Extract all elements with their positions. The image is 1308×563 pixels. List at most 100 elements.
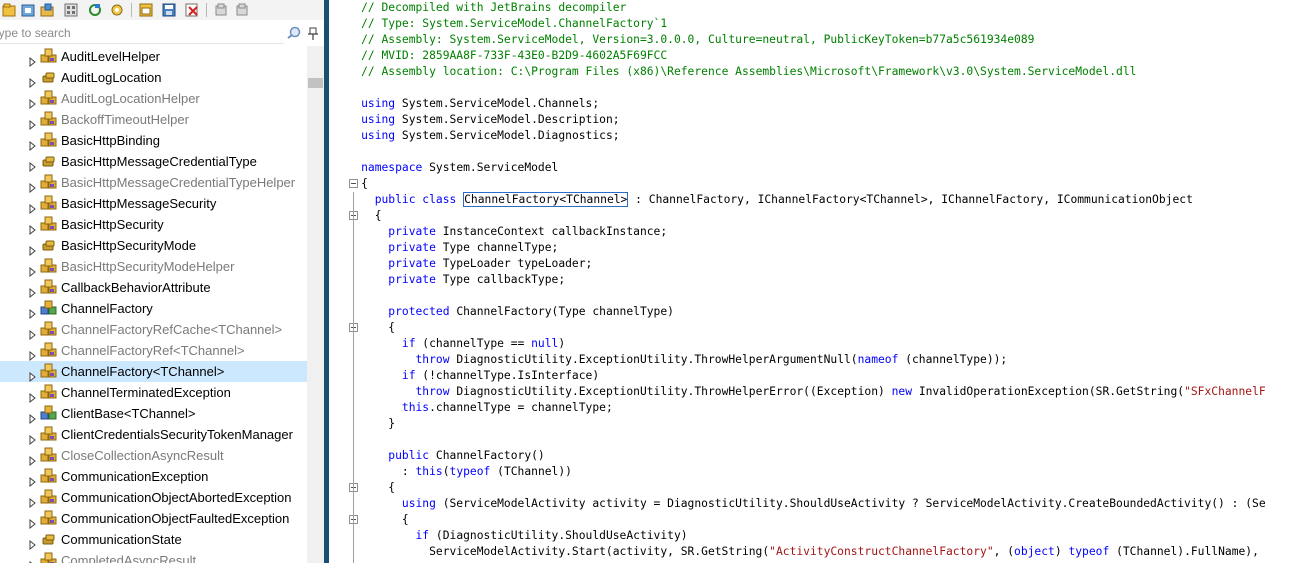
tree-item[interactable]: BasicHttpMessageCredentialType bbox=[0, 151, 307, 173]
code-token: "SFxChannelF bbox=[1184, 385, 1266, 398]
tree-item[interactable]: CompletedAsyncResult bbox=[0, 550, 307, 563]
expand-triangle-icon[interactable] bbox=[29, 346, 37, 362]
save-assembly-icon[interactable] bbox=[160, 1, 178, 19]
expand-triangle-icon[interactable] bbox=[29, 325, 37, 341]
tree-item[interactable]: CallbackBehaviorAttribute bbox=[0, 277, 307, 299]
code-token: : ChannelFactory, IChannelFactory<TChann… bbox=[628, 193, 1193, 206]
open-from-gac-icon[interactable] bbox=[19, 1, 37, 19]
tree-item[interactable]: BasicHttpSecurityModeHelper bbox=[0, 256, 307, 278]
expand-triangle-icon[interactable] bbox=[29, 430, 37, 446]
tree-item[interactable]: ClientCredentialsSecurityTokenManager bbox=[0, 424, 307, 446]
enum-icon bbox=[40, 237, 58, 254]
highlighted-type-name[interactable]: ChannelFactory<TChannel> bbox=[463, 192, 629, 207]
tree-item[interactable]: CloseCollectionAsyncResult bbox=[0, 445, 307, 467]
expand-triangle-icon[interactable] bbox=[29, 283, 37, 299]
expand-triangle-icon[interactable] bbox=[29, 94, 37, 110]
assembly-list-icon[interactable] bbox=[62, 1, 80, 19]
code-line: // Type: System.ServiceModel.ChannelFact… bbox=[329, 16, 1308, 32]
tree-item[interactable]: BasicHttpMessageSecurity bbox=[0, 193, 307, 215]
expand-triangle-icon[interactable] bbox=[29, 472, 37, 488]
tree-item[interactable]: CommunicationState bbox=[0, 529, 307, 551]
tree-item[interactable]: AuditLogLocation bbox=[0, 67, 307, 89]
expand-triangle-icon[interactable] bbox=[29, 199, 37, 215]
open-assembly-icon[interactable] bbox=[0, 1, 18, 19]
code-token: (!channelType.IsInterface) bbox=[415, 369, 600, 382]
expand-triangle-icon[interactable] bbox=[29, 388, 37, 404]
expand-triangle-icon[interactable] bbox=[29, 367, 37, 383]
decompiled-code-editor[interactable]: // Decompiled with JetBrains decompiler /… bbox=[329, 0, 1308, 563]
tree-item[interactable]: BasicHttpBinding bbox=[0, 130, 307, 152]
tree-item[interactable]: ChannelFactory<TChannel> bbox=[0, 361, 307, 383]
tree-item[interactable]: BasicHttpSecurityMode bbox=[0, 235, 307, 257]
expand-triangle-icon[interactable] bbox=[29, 514, 37, 530]
refresh-icon[interactable] bbox=[86, 1, 104, 19]
export-project-icon[interactable] bbox=[137, 1, 155, 19]
tree-item[interactable]: BackoffTimeoutHelper bbox=[0, 109, 307, 131]
code-line: private TypeLoader typeLoader; bbox=[329, 256, 1308, 272]
code-token: InvalidOperationException(SR.GetString( bbox=[912, 385, 1185, 398]
expand-triangle-icon[interactable] bbox=[29, 157, 37, 173]
expand-triangle-icon[interactable] bbox=[29, 409, 37, 425]
navigate-forward-icon[interactable] bbox=[233, 1, 251, 19]
collapse-region-icon[interactable] bbox=[349, 179, 358, 188]
code-line: { bbox=[329, 512, 1308, 528]
code-token: object bbox=[1014, 545, 1055, 558]
expand-triangle-icon[interactable] bbox=[29, 73, 37, 89]
expand-triangle-icon[interactable] bbox=[29, 241, 37, 257]
code-line: private Type callbackType; bbox=[329, 272, 1308, 288]
tree-item[interactable]: CommunicationObjectFaultedException bbox=[0, 508, 307, 530]
expand-triangle-icon[interactable] bbox=[29, 535, 37, 551]
expand-triangle-icon[interactable] bbox=[29, 493, 37, 509]
expand-triangle-icon[interactable] bbox=[29, 115, 37, 131]
search-input[interactable] bbox=[0, 23, 284, 44]
tree-item-label: CommunicationObjectAbortedException bbox=[61, 490, 292, 505]
tree-item-label: CommunicationObjectFaultedException bbox=[61, 511, 290, 526]
code-token: } bbox=[388, 417, 396, 430]
tree-item[interactable]: ChannelFactoryRefCache<TChannel> bbox=[0, 319, 307, 341]
search-options-icon[interactable] bbox=[286, 25, 302, 41]
tree-item[interactable]: BasicHttpMessageCredentialTypeHelper bbox=[0, 172, 307, 194]
code-token: System.ServiceModel bbox=[422, 161, 559, 174]
tree-item[interactable]: CommunicationException bbox=[0, 466, 307, 488]
expand-triangle-icon[interactable] bbox=[29, 451, 37, 467]
code-token: InstanceContext callbackInstance; bbox=[435, 225, 668, 238]
tree-item-label: ChannelFactory bbox=[61, 301, 153, 316]
settings-gear-icon[interactable] bbox=[108, 1, 126, 19]
tree-item-label: BasicHttpBinding bbox=[61, 133, 160, 148]
code-token: "ActivityConstructChannelFactory" bbox=[769, 545, 994, 558]
expand-triangle-icon[interactable] bbox=[29, 220, 37, 236]
class-icon bbox=[40, 279, 58, 296]
tree-item[interactable]: CommunicationObjectAbortedException bbox=[0, 487, 307, 509]
tree-scroll-thumb[interactable] bbox=[308, 78, 323, 88]
tree-item[interactable]: AuditLogLocationHelper bbox=[0, 88, 307, 110]
tree-scrollbar[interactable] bbox=[307, 46, 324, 563]
class-icon bbox=[40, 384, 58, 401]
fold-guide bbox=[353, 335, 354, 425]
pin-icon[interactable] bbox=[307, 26, 319, 40]
class-icon bbox=[40, 447, 58, 464]
tree-item[interactable]: ChannelFactory bbox=[0, 298, 307, 320]
tree-item[interactable]: BasicHttpSecurity bbox=[0, 214, 307, 236]
tree-item[interactable]: ChannelFactoryRef<TChannel> bbox=[0, 340, 307, 362]
open-folder-icon[interactable] bbox=[38, 1, 56, 19]
tree-item[interactable]: ChannelTerminatedException bbox=[0, 382, 307, 404]
code-token: .channelType = channelType; bbox=[429, 401, 613, 414]
remove-assembly-icon[interactable] bbox=[183, 1, 201, 19]
expand-triangle-icon[interactable] bbox=[29, 262, 37, 278]
expand-triangle-icon[interactable] bbox=[29, 178, 37, 194]
code-token: ChannelFactory() bbox=[429, 449, 545, 462]
code-token: throw bbox=[415, 385, 450, 398]
code-line: { bbox=[329, 480, 1308, 496]
expand-triangle-icon[interactable] bbox=[29, 136, 37, 152]
expand-triangle-icon[interactable] bbox=[29, 304, 37, 320]
navigate-back-icon[interactable] bbox=[212, 1, 230, 19]
code-line: protected ChannelFactory(Type channelTyp… bbox=[329, 304, 1308, 320]
expand-triangle-icon[interactable] bbox=[29, 52, 37, 68]
code-token: ServiceModelActivity.Start(activity, SR.… bbox=[429, 545, 770, 558]
tree-item[interactable]: AuditLevelHelper bbox=[0, 46, 307, 68]
code-token: (TChannel)) bbox=[490, 465, 572, 478]
expand-triangle-icon[interactable] bbox=[29, 556, 37, 563]
tree-item[interactable]: ClientBase<TChannel> bbox=[0, 403, 307, 425]
